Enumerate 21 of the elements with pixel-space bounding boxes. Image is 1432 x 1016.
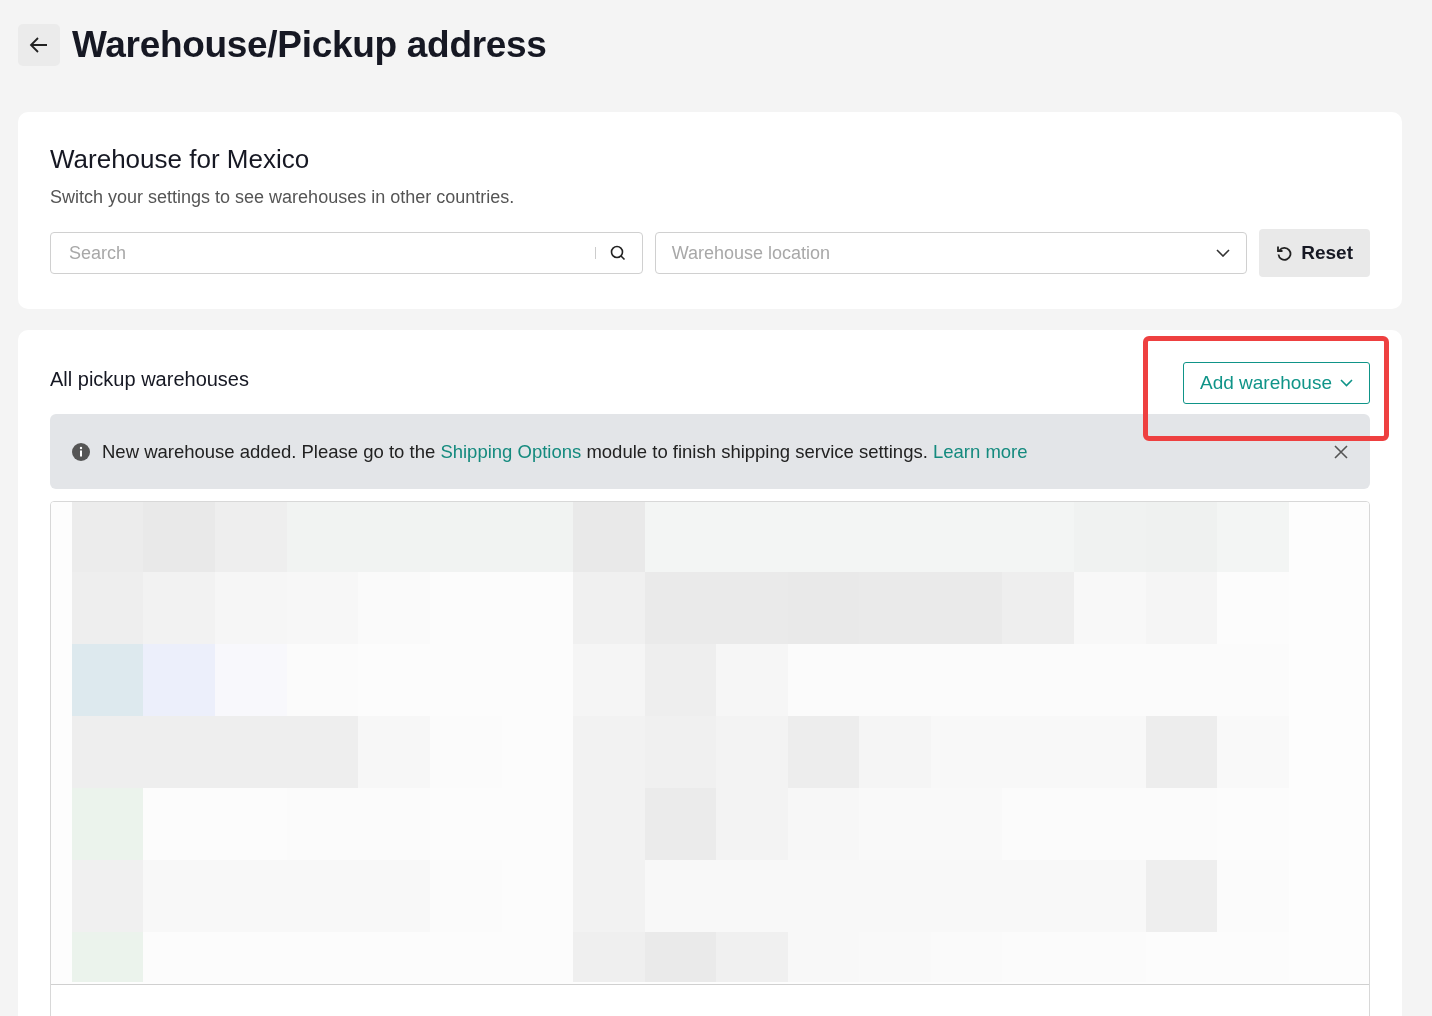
close-icon — [1334, 444, 1348, 459]
add-warehouse-button[interactable]: Add warehouse — [1182, 362, 1370, 404]
reset-icon — [1276, 244, 1294, 262]
learn-more-link[interactable]: Learn more — [932, 440, 1028, 462]
info-icon — [72, 442, 90, 461]
card-subtitle: Switch your settings to see warehouses in other countries. — [50, 187, 516, 208]
card-title: Warehouse for Mexico — [50, 144, 311, 175]
search-input[interactable]: Search — [67, 241, 587, 265]
search-icon — [609, 245, 626, 261]
back-arrow-icon — [29, 36, 49, 54]
shipping-options-link[interactable]: Shipping Options — [440, 440, 582, 462]
section-title: All pickup warehouses — [50, 367, 249, 391]
close-button[interactable] — [1334, 444, 1348, 459]
back-button[interactable] — [18, 24, 60, 66]
search-field[interactable]: Search — [50, 232, 643, 274]
chevron-down-icon — [1216, 249, 1231, 257]
notice-message: New warehouse added. Please go to the Shipping Options module to finish shipping service settings. Learn more — [102, 440, 1029, 463]
page-title: Warehouse/Pickup address — [72, 24, 547, 66]
chevron-down-icon — [1340, 379, 1353, 387]
reset-button[interactable]: Reset — [1259, 229, 1370, 277]
location-dropdown[interactable]: Warehouse location — [654, 232, 1248, 274]
